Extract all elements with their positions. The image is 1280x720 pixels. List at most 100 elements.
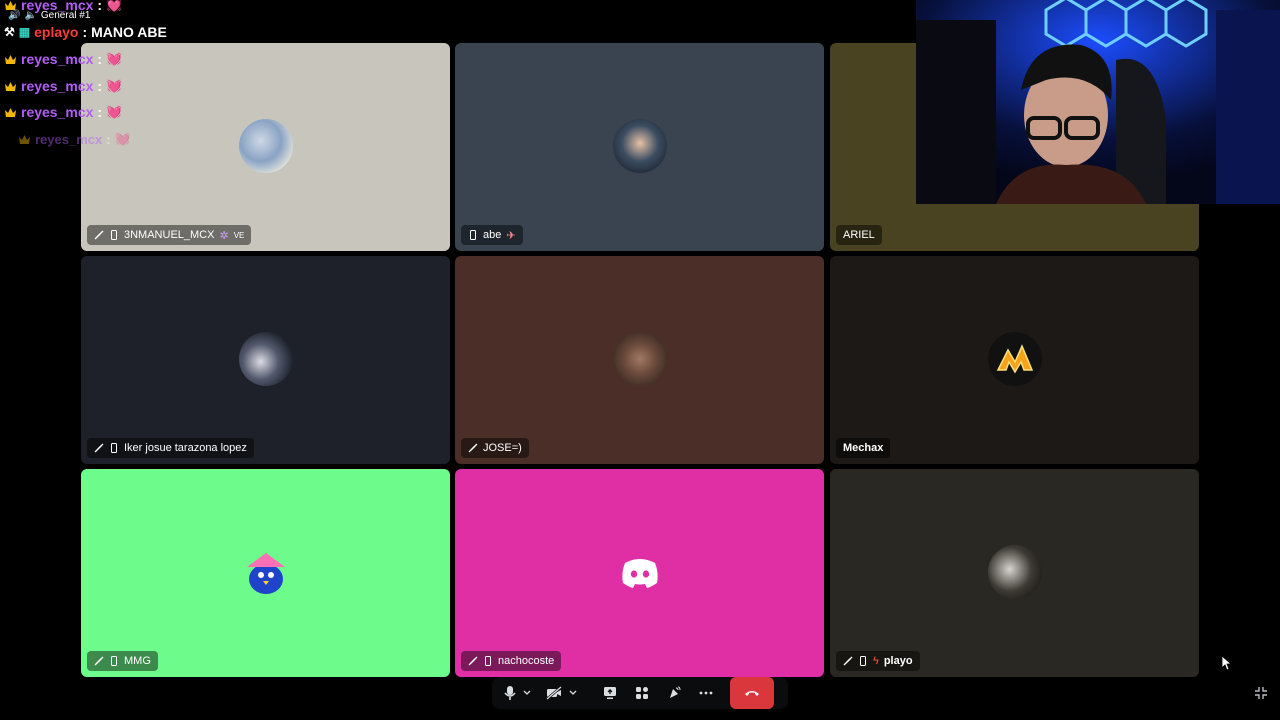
participant-avatar (987, 545, 1042, 599)
participant-name: ARIEL (843, 229, 875, 241)
streamer-webcam (916, 0, 1280, 204)
participant-tile[interactable]: JOSE=) (455, 256, 824, 464)
participant-tile[interactable]: 3NMANUEL_MCX ✲ VE (81, 43, 450, 251)
chat-message-text: 💓 (114, 131, 131, 146)
activities-icon (636, 687, 648, 699)
bolt-icon: ϟ (873, 655, 879, 667)
participant-tile[interactable]: Mechax (830, 256, 1199, 464)
participant-nameplate: 3NMANUEL_MCX ✲ VE (87, 225, 252, 245)
mobile-icon (470, 230, 476, 240)
crown-icon (19, 134, 30, 144)
participant-suffix: VE (233, 230, 245, 240)
participant-nameplate: Iker josue tarazona lopez (87, 438, 254, 458)
tool-icon: ⚒ (4, 25, 15, 39)
chat-message: ⚒ ▦ eplayo : MANO ABE (4, 24, 167, 40)
participant-nameplate: Mechax (836, 438, 891, 458)
video-options-button[interactable] (566, 683, 580, 703)
mobile-icon (860, 656, 866, 666)
chat-separator: : (97, 78, 103, 94)
chat-separator: : (82, 24, 88, 40)
participant-tile[interactable]: MMG (81, 469, 450, 677)
microphone-icon (504, 686, 516, 700)
call-controls (492, 677, 788, 709)
participant-name: Mechax (843, 442, 884, 454)
chat-username[interactable]: reyes_mcx (21, 104, 93, 120)
chat-separator: : (97, 0, 103, 13)
chat-username[interactable]: eplayo (34, 24, 78, 40)
participant-avatar (613, 545, 667, 599)
soundboard-icon (670, 686, 681, 698)
chat-message-text: MANO ABE (91, 24, 167, 40)
chat-separator: : (97, 51, 103, 67)
chat-username[interactable]: reyes_mcx (21, 51, 93, 67)
participant-tile[interactable]: ϟ playo (830, 469, 1199, 677)
crown-icon (5, 54, 16, 64)
participant-nameplate: nachocoste (461, 651, 562, 671)
participant-nameplate: abe ✈ (461, 225, 523, 245)
chat-username[interactable]: reyes_mcx (35, 132, 102, 147)
more-options-button[interactable] (696, 683, 716, 703)
mobile-icon (111, 230, 117, 240)
webcam-scene (916, 0, 1280, 204)
deafened-icon (94, 656, 104, 666)
crown-icon (5, 81, 16, 91)
audio-options-button[interactable] (520, 683, 534, 703)
chat-username[interactable]: reyes_mcx (21, 78, 93, 94)
chat-message: reyes_mcx : 💓 (18, 131, 131, 147)
voice-channel-indicator: 🔊 🔈 General #1 (8, 10, 90, 21)
more-icon (699, 691, 713, 695)
chat-separator: : (97, 104, 103, 120)
participant-tile[interactable]: Iker josue tarazona lopez (81, 256, 450, 464)
emoji-icon: ✈ (506, 229, 516, 242)
chat-message: reyes_mcx : 💓 (4, 78, 122, 94)
chat-message: reyes_mcx : 💓 (4, 104, 122, 120)
chat-message-text: 💓 (106, 51, 123, 66)
participant-nameplate: JOSE=) (461, 438, 529, 458)
lightning-logo-icon (996, 344, 1033, 374)
deafened-icon (468, 656, 478, 666)
participant-name: playo (883, 655, 913, 667)
hang-up-icon (745, 691, 759, 696)
participant-avatar (238, 119, 293, 173)
participant-avatar (239, 545, 293, 599)
participant-avatar (238, 332, 293, 386)
speaker-icon: 🔊 (8, 10, 21, 21)
discord-logo-icon (621, 559, 658, 588)
chat-message-text: 💓 (106, 104, 123, 119)
chat-message: reyes_mcx : 💓 (4, 51, 122, 67)
screen-share-icon (604, 687, 616, 699)
participant-avatar (987, 332, 1042, 386)
speaker-icon: 🔈 (24, 10, 37, 21)
share-screen-button[interactable] (600, 683, 620, 703)
activities-button[interactable] (632, 683, 652, 703)
participant-avatar (612, 332, 667, 386)
chat-separator: : (106, 131, 111, 147)
deafened-icon (94, 230, 104, 240)
crown-icon (5, 0, 16, 10)
deafened-icon (468, 443, 478, 453)
disconnect-button[interactable] (730, 677, 774, 709)
participant-name: nachocoste (498, 655, 555, 667)
participant-tile[interactable]: abe ✈ (455, 43, 824, 251)
soundboard-button[interactable] (664, 683, 684, 703)
participant-name: 3NMANUEL_MCX (124, 229, 215, 241)
camera-off-icon (546, 686, 562, 700)
cursor-icon (1221, 655, 1233, 671)
participant-name: Iker josue tarazona lopez (124, 442, 247, 454)
grid-icon: ▦ (18, 25, 31, 39)
participant-name: abe (483, 229, 502, 241)
chat-message-text: 💓 (106, 0, 123, 12)
deafened-icon (94, 443, 104, 453)
minimize-icon (1255, 687, 1267, 699)
camera-button[interactable] (544, 683, 564, 703)
deafened-icon (843, 656, 853, 666)
participant-avatar (612, 119, 667, 173)
chevron-down-icon (523, 690, 531, 695)
mute-button[interactable] (500, 683, 520, 703)
mobile-icon (111, 443, 117, 453)
sparkle-icon: ✲ (219, 229, 229, 242)
participant-tile[interactable]: nachocoste (455, 469, 824, 677)
minimize-button[interactable] (1254, 686, 1268, 700)
mobile-icon (111, 656, 117, 666)
chevron-down-icon (569, 690, 577, 695)
